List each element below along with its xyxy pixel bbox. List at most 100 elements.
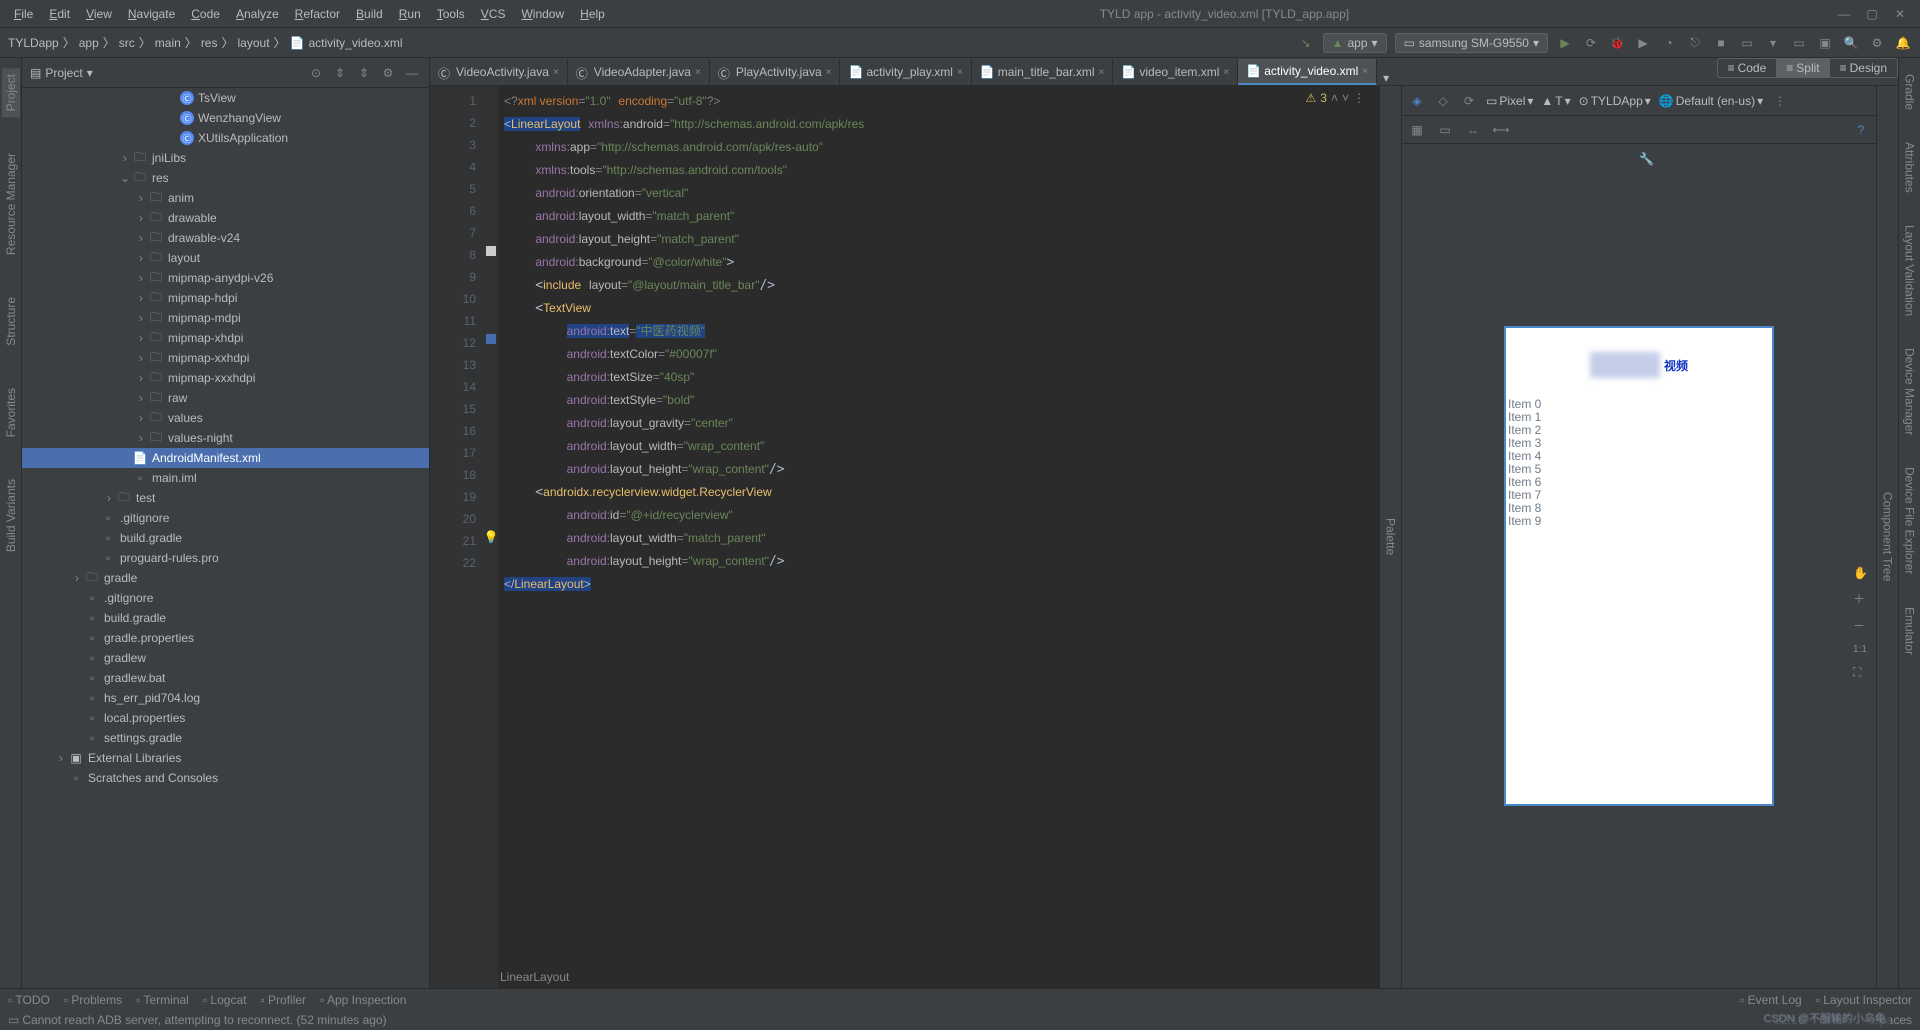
expand-all-icon[interactable]: ⇕ [331, 64, 349, 82]
tree-node[interactable]: ›🗀mipmap-anydpi-v26 [22, 268, 429, 288]
tree-node[interactable]: ›🗀mipmap-xxxhdpi [22, 368, 429, 388]
zoom-fit-button[interactable]: 1:1 [1853, 644, 1868, 655]
run-config-selector[interactable]: ▲ app ▾ [1323, 33, 1387, 53]
menu-navigate[interactable]: Navigate [120, 4, 183, 24]
project-tree[interactable]: ⒸTsViewⒸWenzhangViewⒸXUtilsApplication›🗀… [22, 88, 429, 988]
rail-project[interactable]: Project [2, 68, 20, 117]
rail-build-variants[interactable]: Build Variants [2, 473, 20, 558]
stop-button[interactable]: ■ [1712, 34, 1730, 52]
fullscreen-icon[interactable]: ⛶ [1853, 665, 1868, 680]
zoom-in-button[interactable]: ＋ [1853, 590, 1868, 607]
nav-crumb[interactable]: LinearLayout [500, 970, 569, 984]
tree-node[interactable]: ▫build.gradle [22, 528, 429, 548]
coverage-icon[interactable]: ▶ [1634, 34, 1652, 52]
menu-run[interactable]: Run [391, 4, 429, 24]
tab-overflow-icon[interactable]: ▾ [1377, 71, 1395, 85]
tree-node[interactable]: ›🗀mipmap-xhdpi [22, 328, 429, 348]
sync-icon[interactable]: ↘ [1297, 34, 1315, 52]
rail-emulator[interactable]: Emulator [1901, 601, 1919, 661]
tree-node[interactable]: ›🗀layout [22, 248, 429, 268]
gear-icon[interactable]: ⚙ [379, 64, 397, 82]
menu-view[interactable]: View [78, 4, 120, 24]
rail-device-file-explorer[interactable]: Device File Explorer [1901, 461, 1919, 580]
chevron-down-icon[interactable]: ▾ [87, 66, 93, 80]
menu-window[interactable]: Window [513, 4, 572, 24]
menu-code[interactable]: Code [183, 4, 228, 24]
mode-design-button[interactable]: ≡ Design [1830, 59, 1897, 77]
editor-tab[interactable]: ⒸVideoAdapter.java× [568, 59, 710, 85]
bottom-tool-logcat[interactable]: ▫ Logcat [203, 993, 247, 1007]
view-options-icon[interactable]: ▦ [1408, 121, 1426, 139]
avd-manager-icon[interactable]: ▭ [1738, 34, 1756, 52]
tree-node[interactable]: ▫settings.gradle [22, 728, 429, 748]
tree-node[interactable]: ▫proguard-rules.pro [22, 548, 429, 568]
settings-icon[interactable]: ⚙ [1868, 34, 1886, 52]
layers-icon[interactable]: ▭ [1436, 121, 1454, 139]
sdk-manager-icon[interactable]: ▾ [1764, 34, 1782, 52]
breadcrumb-item[interactable]: app [79, 36, 99, 50]
code-content[interactable]: <?xml version="1.0" encoding="utf-8"?> <… [498, 86, 1379, 988]
maximize-button[interactable]: ▢ [1864, 6, 1880, 22]
rail-structure[interactable]: Structure [2, 291, 20, 352]
tree-node[interactable]: 📄AndroidManifest.xml [22, 448, 429, 468]
bottom-tool-problems[interactable]: ▫ Problems [64, 993, 122, 1007]
tree-node[interactable]: ▫hs_err_pid704.log [22, 688, 429, 708]
tree-node[interactable]: ›🗀jniLibs [22, 148, 429, 168]
collapse-all-icon[interactable]: ⇕ [355, 64, 373, 82]
bottom-tool-app-inspection[interactable]: ▫ App Inspection [320, 993, 406, 1007]
guidelines-icon[interactable]: ⟷ [1492, 121, 1510, 139]
apply-changes-icon[interactable]: ⟳ [1582, 34, 1600, 52]
rail-resource-manager[interactable]: Resource Manager [2, 147, 20, 261]
device-frame[interactable]: 视频 Item 0Item 1Item 2Item 3Item 4Item 5I… [1504, 326, 1774, 806]
menu-vcs[interactable]: VCS [473, 4, 514, 24]
tree-node[interactable]: ▫gradle.properties [22, 628, 429, 648]
breadcrumb-item[interactable]: main [155, 36, 181, 50]
pan-icon[interactable]: ✋ [1853, 566, 1868, 580]
minimize-button[interactable]: — [1836, 6, 1852, 22]
profile-icon[interactable]: ◔ [1660, 34, 1678, 52]
rail-layout-validation[interactable]: Layout Validation [1901, 219, 1919, 322]
code-editor[interactable]: 12345678910111213141516171819202122 💡 <?… [430, 86, 1379, 988]
tree-node[interactable]: ›🗀drawable [22, 208, 429, 228]
locate-icon[interactable]: ⊙ [307, 64, 325, 82]
tree-node[interactable]: ›🗀values [22, 408, 429, 428]
debug-button[interactable]: 🐞 [1608, 34, 1626, 52]
orientation-icon[interactable]: ⟳ [1460, 92, 1478, 110]
device-selector[interactable]: ▭ samsung SM-G9550 ▾ [1395, 33, 1548, 53]
breadcrumb-item[interactable]: TYLDapp [8, 36, 59, 50]
breadcrumb-item[interactable]: layout [238, 36, 270, 50]
bookmark-marker[interactable] [484, 328, 498, 350]
locale-selector[interactable]: 🌐 Default (en-us) ▾ [1659, 94, 1763, 108]
mode-code-button[interactable]: ≡ Code [1718, 59, 1777, 77]
tree-node[interactable]: ⌄🗀res [22, 168, 429, 188]
theme-selector[interactable]: ⊙ TYLDApp ▾ [1579, 94, 1651, 108]
tree-node[interactable]: ⒸTsView [22, 88, 429, 108]
menu-build[interactable]: Build [348, 4, 391, 24]
device-preview-selector[interactable]: ▭ Pixel ▾ [1486, 94, 1533, 108]
tree-node[interactable]: ›🗀mipmap-mdpi [22, 308, 429, 328]
rail-device-manager[interactable]: Device Manager [1901, 342, 1919, 441]
mode-split-button[interactable]: ≡ Split [1776, 59, 1829, 77]
editor-tab[interactable]: 📄activity_video.xml× [1238, 59, 1377, 85]
bottom-tool-profiler[interactable]: ▫ Profiler [260, 993, 306, 1007]
tree-node[interactable]: ▫.gitignore [22, 588, 429, 608]
rail-attributes[interactable]: Attributes [1901, 136, 1919, 199]
notifications-icon[interactable]: 🔔 [1894, 34, 1912, 52]
align-icon[interactable]: ↔ [1464, 121, 1482, 139]
tree-node[interactable]: ›🗀drawable-v24 [22, 228, 429, 248]
down-icon[interactable]: ˅ [1342, 91, 1349, 105]
menu-edit[interactable]: Edit [41, 4, 78, 24]
menu-analyze[interactable]: Analyze [228, 4, 287, 24]
tree-node[interactable]: ›🗀raw [22, 388, 429, 408]
attach-debugger-icon[interactable]: ⎋ [1686, 34, 1704, 52]
tree-node[interactable]: ▫local.properties [22, 708, 429, 728]
breadcrumb-item[interactable]: res [201, 36, 218, 50]
problems-indicator[interactable]: ⚠ 3 ˄ ˅ ⋮ [1302, 90, 1369, 106]
menu-tools[interactable]: Tools [429, 4, 473, 24]
rail-favorites[interactable]: Favorites [2, 382, 20, 443]
breakpoint-marker[interactable] [484, 240, 498, 262]
editor-tab[interactable]: 📄main_title_bar.xml× [972, 59, 1114, 85]
tree-node[interactable]: ▫.gitignore [22, 508, 429, 528]
editor-tab[interactable]: ⒸPlayActivity.java× [710, 59, 841, 85]
tree-node[interactable]: ▫gradlew.bat [22, 668, 429, 688]
